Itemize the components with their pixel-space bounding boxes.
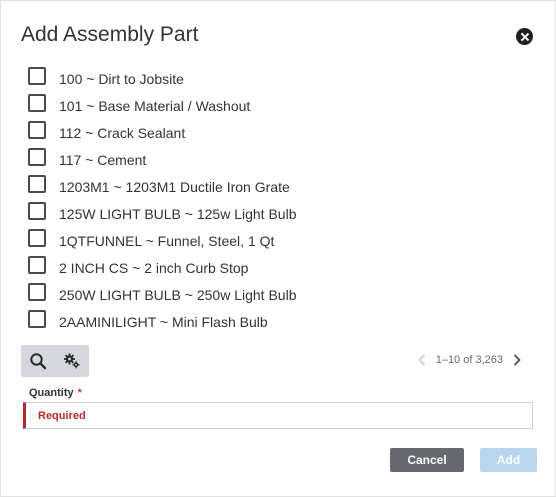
part-label: 2 INCH CS ~ 2 inch Curb Stop bbox=[59, 259, 249, 276]
gears-icon bbox=[64, 353, 80, 369]
next-page-button[interactable] bbox=[509, 352, 525, 368]
part-checkbox[interactable] bbox=[28, 309, 46, 328]
prev-page-button[interactable] bbox=[414, 352, 430, 368]
list-item[interactable]: 1203M1 ~ 1203M1 Ductile Iron Grate bbox=[28, 173, 528, 200]
part-checkbox[interactable] bbox=[28, 147, 46, 166]
list-item[interactable]: 112 ~ Crack Sealant bbox=[28, 119, 528, 146]
list-item[interactable]: 100 ~ Dirt to Jobsite bbox=[28, 65, 528, 92]
add-button[interactable]: Add bbox=[480, 448, 537, 472]
part-label: 125W LIGHT BULB ~ 125w Light Bulb bbox=[59, 205, 297, 222]
cancel-button[interactable]: Cancel bbox=[390, 448, 464, 472]
required-marker: * bbox=[77, 387, 82, 399]
list-item[interactable]: 2 INCH CS ~ 2 inch Curb Stop bbox=[28, 254, 528, 281]
list-toolbar bbox=[21, 345, 89, 377]
part-checkbox[interactable] bbox=[28, 201, 46, 220]
pager-range: 1–10 of 3,263 bbox=[435, 354, 503, 366]
part-label: 2AAMINILIGHT ~ Mini Flash Bulb bbox=[59, 313, 268, 330]
part-label: 1QTFUNNEL ~ Funnel, Steel, 1 Qt bbox=[59, 232, 275, 249]
list-item[interactable]: 250W LIGHT BULB ~ 250w Light Bulb bbox=[28, 281, 528, 308]
add-assembly-part-dialog: Add Assembly Part 100 ~ Dirt to Jobsite … bbox=[0, 0, 556, 497]
chevron-left-icon bbox=[418, 354, 425, 366]
part-label: 1203M1 ~ 1203M1 Ductile Iron Grate bbox=[59, 178, 290, 195]
pager: 1–10 of 3,263 bbox=[414, 352, 525, 368]
part-label: 100 ~ Dirt to Jobsite bbox=[59, 70, 184, 87]
quantity-input[interactable] bbox=[23, 402, 533, 429]
part-checkbox[interactable] bbox=[28, 120, 46, 139]
list-item[interactable]: 125W LIGHT BULB ~ 125w Light Bulb bbox=[28, 200, 528, 227]
quantity-label-text: Quantity bbox=[29, 387, 74, 399]
search-button[interactable] bbox=[21, 345, 55, 377]
part-label: 250W LIGHT BULB ~ 250w Light Bulb bbox=[59, 286, 297, 303]
dialog-title: Add Assembly Part bbox=[21, 23, 199, 46]
part-label: 101 ~ Base Material / Washout bbox=[59, 97, 251, 114]
chevron-right-icon bbox=[513, 354, 521, 366]
list-item[interactable]: 101 ~ Base Material / Washout bbox=[28, 92, 528, 119]
part-checkbox[interactable] bbox=[28, 174, 46, 193]
close-icon[interactable] bbox=[516, 28, 533, 45]
parts-list: 100 ~ Dirt to Jobsite 101 ~ Base Materia… bbox=[28, 65, 528, 335]
part-checkbox[interactable] bbox=[28, 282, 46, 301]
list-item[interactable]: 2AAMINILIGHT ~ Mini Flash Bulb bbox=[28, 308, 528, 335]
search-icon bbox=[30, 353, 47, 370]
part-label: 117 ~ Cement bbox=[59, 151, 147, 168]
list-item[interactable]: 117 ~ Cement bbox=[28, 146, 528, 173]
list-item[interactable]: 1QTFUNNEL ~ Funnel, Steel, 1 Qt bbox=[28, 227, 528, 254]
quantity-label: Quantity * bbox=[29, 387, 82, 399]
part-checkbox[interactable] bbox=[28, 93, 46, 112]
part-label: 112 ~ Crack Sealant bbox=[59, 124, 186, 141]
part-checkbox[interactable] bbox=[28, 228, 46, 247]
part-checkbox[interactable] bbox=[28, 66, 46, 85]
part-checkbox[interactable] bbox=[28, 255, 46, 274]
settings-button[interactable] bbox=[55, 345, 89, 377]
